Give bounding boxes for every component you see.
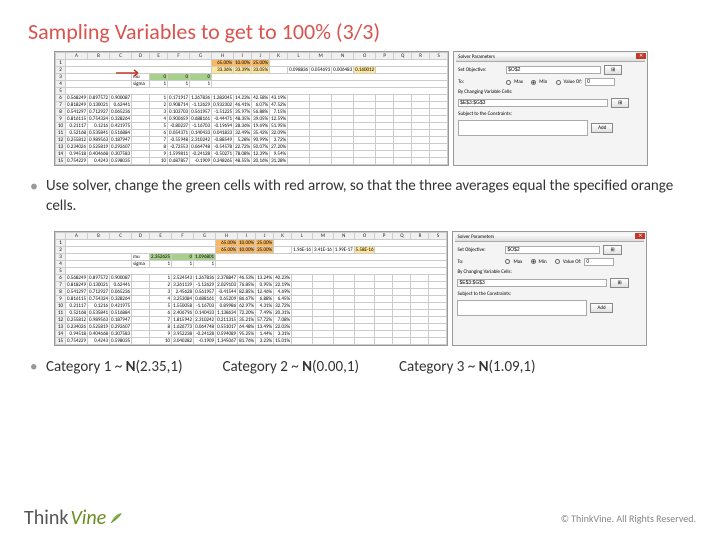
constraints-box[interactable]	[457, 300, 587, 316]
add-button[interactable]: Add	[591, 123, 613, 133]
cat3: Category 3 ~ N(1.09,1)	[399, 358, 536, 376]
category-line: Category 1 ~ N(2.35,1) Category 2 ~ N(0.…	[0, 348, 720, 376]
spreadsheet-1: ABCDEFGHIJKLMNOPQRS 165.00%10.00%25.00% …	[54, 51, 449, 166]
bullet-1: Use solver, change the green cells with …	[0, 168, 720, 225]
solver-dialog-1: Solver Parameters ✕ Set Objective:⊞ To:M…	[453, 51, 648, 166]
constraints-box[interactable]	[458, 120, 588, 136]
add-button[interactable]: Add	[590, 303, 612, 313]
spreadsheet-2: ABCDEFGHIJKLMNOPQRS 165.00%10.00%25.00% …	[54, 231, 448, 346]
leaf-icon	[108, 510, 124, 526]
range-button[interactable]: ⊞	[604, 65, 622, 75]
solver-titlebar: Solver Parameters	[456, 54, 645, 62]
screenshot-2: ABCDEFGHIJKLMNOPQRS 165.00%10.00%25.00% …	[54, 231, 720, 346]
changing-cells-input[interactable]	[457, 279, 607, 287]
cat2: Category 2 ~ N(0.00,1)	[223, 358, 360, 376]
logo: ThinkVine	[24, 506, 124, 530]
min-radio[interactable]	[531, 259, 536, 264]
solver-dialog-2: Solver Parameters ✕ Set Objective:⊞ To:M…	[452, 231, 647, 346]
valueof-radio[interactable]	[556, 80, 561, 85]
screenshot-1: ABCDEFGHIJKLMNOPQRS 165.00%10.00%25.00% …	[54, 51, 720, 166]
copyright: © ThinkVine. All Rights Reserved.	[561, 512, 696, 525]
valueof-input[interactable]	[585, 78, 615, 86]
min-radio[interactable]	[531, 80, 536, 85]
close-icon[interactable]: ✕	[635, 233, 645, 239]
page-title: Sampling Variables to get to 100% (3/3)	[0, 0, 720, 45]
solver-titlebar: Solver Parameters	[455, 234, 644, 242]
valueof-radio[interactable]	[555, 259, 560, 264]
cat1: Category 1 ~ N(2.35,1)	[46, 358, 183, 376]
range-button-2[interactable]: ⊞	[611, 98, 629, 108]
red-arrow-icon	[116, 69, 146, 77]
objective-input[interactable]	[506, 66, 601, 74]
max-radio[interactable]	[506, 80, 511, 85]
close-icon[interactable]: ✕	[636, 53, 646, 59]
objective-input[interactable]	[505, 246, 600, 254]
changing-cells-input[interactable]	[458, 99, 608, 107]
footer: ThinkVine © ThinkVine. All Rights Reserv…	[0, 506, 720, 530]
max-radio[interactable]	[505, 259, 510, 264]
